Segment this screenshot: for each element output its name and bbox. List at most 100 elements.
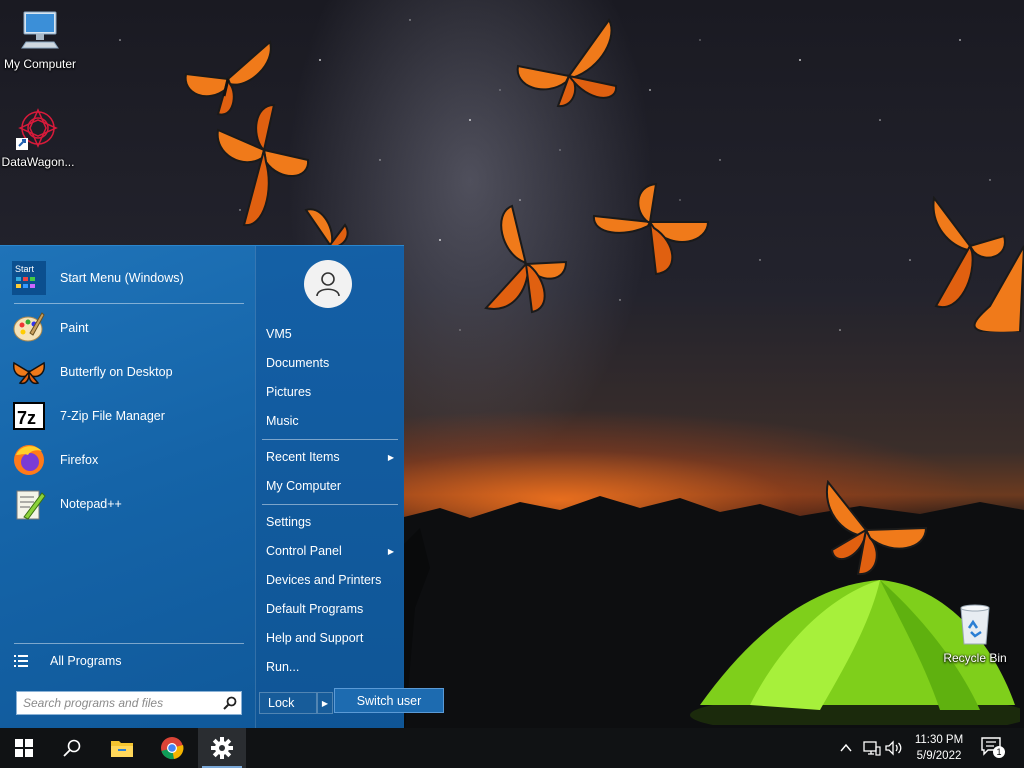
computer-icon — [21, 11, 59, 49]
taskbar-chrome[interactable] — [148, 728, 196, 768]
menu-item-run[interactable]: Run... — [266, 656, 398, 678]
app-notepadpp[interactable]: Notepad++ — [12, 484, 244, 524]
start-menu: Start Start Menu (Windows) Paint Butterf… — [0, 245, 404, 729]
butterfly-icon — [304, 208, 349, 249]
menu-item-label: Music — [266, 414, 299, 428]
app-paint[interactable]: Paint — [12, 308, 244, 348]
butterfly-icon — [12, 355, 46, 389]
menu-item-documents[interactable]: Documents — [266, 352, 398, 374]
menu-item-my-computer[interactable]: My Computer — [266, 475, 398, 497]
menu-item-label: Pictures — [266, 385, 312, 399]
settings-gear-icon — [211, 737, 233, 759]
start-icon-text: Start — [15, 264, 35, 274]
start-menu-left-pane: Start Start Menu (Windows) Paint Butterf… — [0, 246, 255, 729]
start-menu-icon: Start — [12, 261, 46, 295]
file-explorer-icon — [111, 741, 133, 757]
menu-item-devices-printers[interactable]: Devices and Printers — [266, 569, 398, 591]
desktop-icon-label: Recycle Bin — [943, 651, 1007, 665]
chevron-right-icon: ▶ — [387, 452, 394, 462]
app-start-menu-windows[interactable]: Start Start Menu (Windows) — [12, 258, 244, 298]
paint-icon — [12, 311, 46, 345]
lock-label: Lock — [268, 696, 295, 710]
chrome-icon — [161, 737, 184, 760]
menu-item-music[interactable]: Music — [266, 410, 398, 432]
chevron-up-icon — [840, 743, 852, 752]
user-icon — [316, 272, 340, 297]
tray-volume[interactable] — [884, 738, 904, 758]
list-icon — [14, 655, 28, 667]
firefox-icon — [12, 443, 46, 477]
menu-item-help-support[interactable]: Help and Support — [266, 627, 398, 649]
network-icon — [863, 741, 881, 756]
taskbar-file-explorer[interactable] — [98, 728, 146, 768]
menu-item-label: Run... — [266, 660, 300, 674]
separator — [14, 643, 244, 644]
butterfly-icon — [216, 103, 310, 227]
start-menu-right-pane: VM5 Documents Pictures Music Recent Item… — [255, 246, 404, 729]
menu-item-label: Devices and Printers — [266, 573, 382, 587]
app-label: Start Menu (Windows) — [60, 271, 184, 285]
action-center-button[interactable]: 1 — [980, 736, 1010, 760]
tray-overflow-button[interactable] — [836, 738, 856, 758]
menu-item-pictures[interactable]: Pictures — [266, 381, 398, 403]
menu-item-label: Default Programs — [266, 602, 364, 616]
search-box — [16, 691, 242, 715]
search-input[interactable] — [17, 692, 219, 714]
app-label: Paint — [60, 321, 89, 335]
butterfly-icon — [484, 204, 568, 314]
menu-item-label: VM5 — [266, 327, 292, 341]
notepadpp-icon — [12, 487, 46, 521]
search-icon — [63, 739, 81, 757]
tray-network[interactable] — [862, 738, 882, 758]
separator — [262, 439, 398, 440]
search-icon[interactable] — [219, 692, 241, 714]
taskbar-search-button[interactable] — [48, 728, 96, 768]
desktop-icon-label: DataWagon... — [1, 155, 75, 169]
menu-item-label: Recent Items — [266, 450, 340, 464]
menu-item-label: Control Panel — [266, 544, 342, 558]
menu-item-default-programs[interactable]: Default Programs — [266, 598, 398, 620]
user-avatar[interactable] — [304, 260, 352, 308]
app-butterfly-on-desktop[interactable]: Butterfly on Desktop — [12, 352, 244, 392]
taskbar-settings[interactable] — [198, 728, 246, 768]
desktop-icon-recycle-bin[interactable]: Recycle Bin — [935, 602, 1015, 665]
switch-user-menu-item[interactable]: Switch user — [334, 688, 444, 713]
menu-item-label: Help and Support — [266, 631, 364, 645]
desktop-icon-datawagon[interactable]: DataWagon... — [0, 106, 78, 169]
app-label: Notepad++ — [60, 497, 122, 511]
lock-button[interactable]: Lock — [259, 692, 317, 714]
butterfly-icon — [932, 196, 1024, 332]
notification-count-badge: 1 — [993, 746, 1005, 758]
taskbar: 11:30 PM 5/9/2022 1 — [0, 728, 1024, 768]
menu-item-settings[interactable]: Settings — [266, 511, 398, 533]
recycle-bin-icon — [960, 604, 990, 645]
power-options-arrow[interactable]: ▶ — [317, 692, 333, 714]
menu-item-label: Documents — [266, 356, 330, 370]
clock-time: 11:30 PM — [914, 734, 964, 746]
7zip-icon-text: 7z — [17, 408, 36, 428]
chevron-right-icon: ▶ — [321, 698, 329, 708]
menu-item-control-panel[interactable]: Control Panel ▶ — [266, 540, 398, 562]
app-label: 7-Zip File Manager — [60, 409, 165, 423]
butterfly-icon — [592, 182, 710, 276]
windows-start-icon — [15, 739, 33, 757]
all-programs-button[interactable]: All Programs — [14, 650, 244, 672]
butterfly-icon — [825, 480, 928, 576]
butterfly-icon — [516, 18, 618, 108]
separator — [262, 504, 398, 505]
app-firefox[interactable]: Firefox — [12, 440, 244, 480]
start-button[interactable] — [0, 728, 48, 768]
switch-user-label: Switch user — [356, 693, 422, 708]
desktop-icon-label: My Computer — [3, 57, 77, 71]
app-label: Butterfly on Desktop — [60, 365, 173, 379]
desktop-icon-my-computer[interactable]: My Computer — [0, 8, 80, 71]
menu-item-recent-items[interactable]: Recent Items ▶ — [266, 446, 398, 468]
taskbar-clock[interactable]: 11:30 PM 5/9/2022 — [906, 732, 972, 764]
all-programs-label: All Programs — [50, 654, 122, 668]
app-7zip-file-manager[interactable]: 7z 7-Zip File Manager — [12, 396, 244, 436]
menu-item-label: My Computer — [266, 479, 342, 493]
chevron-right-icon: ▶ — [387, 546, 394, 556]
separator — [14, 303, 244, 304]
7zip-icon: 7z — [12, 399, 46, 433]
menu-item-user[interactable]: VM5 — [266, 323, 398, 345]
